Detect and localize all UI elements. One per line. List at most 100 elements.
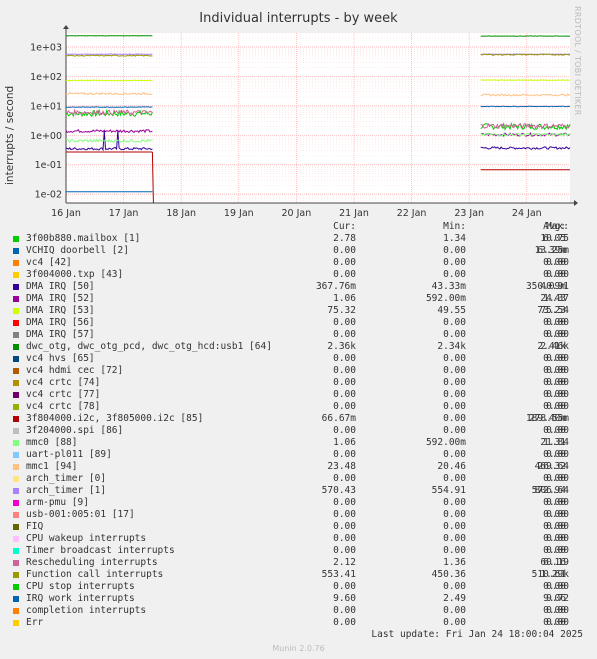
cur-value: 2.12 xyxy=(333,557,356,568)
legend-swatch xyxy=(13,608,19,614)
cur-value: 0.00 xyxy=(333,401,356,412)
legend-row: 3f004000.txp [43] 0.00 0.00 0.00 0.00 xyxy=(0,269,597,281)
legend-swatch xyxy=(13,584,19,590)
y-axis-arrow xyxy=(63,25,69,29)
legend-label: Rescheduling interrupts xyxy=(26,557,158,568)
max-value: 0.00 xyxy=(546,425,569,436)
min-value: 1.36 xyxy=(443,557,466,568)
cur-value: 0.00 xyxy=(333,473,356,484)
y-tick-label: 1e+02 xyxy=(30,72,62,83)
legend-swatch xyxy=(13,272,19,278)
legend-row: DMA IRQ [53] 75.32 49.55 73.23 75.54 xyxy=(0,305,597,317)
legend-swatch xyxy=(13,332,19,338)
x-tick-label: 18 Jan xyxy=(166,208,196,219)
cur-value: 0.00 xyxy=(333,329,356,340)
cur-value: 0.00 xyxy=(333,425,356,436)
legend-row: vc4 crtc [74] 0.00 0.00 0.00 0.00 xyxy=(0,377,597,389)
min-value: 0.00 xyxy=(443,269,466,280)
cur-value: 0.00 xyxy=(333,497,356,508)
x-tick-label: 22 Jan xyxy=(397,208,427,219)
legend-swatch xyxy=(13,320,19,326)
legend-row: CPU stop interrupts 0.00 0.00 0.00 0.00 xyxy=(0,581,597,593)
header-min: Min: xyxy=(443,221,466,232)
cur-value: 0.00 xyxy=(333,353,356,364)
cur-value: 570.43 xyxy=(321,485,356,496)
legend-row: Err 0.00 0.00 0.00 0.00 xyxy=(0,617,597,629)
cur-value: 0.00 xyxy=(333,605,356,616)
legend-row: completion interrupts 0.00 0.00 0.00 0.00 xyxy=(0,605,597,617)
max-value: 806.64 xyxy=(534,485,569,496)
min-value: 2.34k xyxy=(437,341,466,352)
legend-row: mmc0 [88] 1.06 592.00m 1.31 21.84 xyxy=(0,437,597,449)
legend-label: DMA IRQ [50] xyxy=(26,281,95,292)
legend-swatch xyxy=(13,260,19,266)
min-value: 0.00 xyxy=(443,353,466,364)
min-value: 0.00 xyxy=(443,545,466,556)
legend-swatch xyxy=(13,500,19,506)
legend-swatch xyxy=(13,416,19,422)
cur-value: 75.32 xyxy=(327,305,356,316)
x-tick-label: 24 Jan xyxy=(512,208,542,219)
legend-label: vc4 hvs [65] xyxy=(26,353,95,364)
series-line xyxy=(65,53,153,56)
legend-row: vc4 hdmi cec [72] 0.00 0.00 0.00 0.00 xyxy=(0,365,597,377)
legend-swatch xyxy=(13,248,19,254)
x-tick-label: 23 Jan xyxy=(454,208,484,219)
legend-row: FIQ 0.00 0.00 0.00 0.00 xyxy=(0,521,597,533)
max-value: 0.00 xyxy=(546,449,569,460)
legend-swatch xyxy=(13,596,19,602)
cur-value: 0.00 xyxy=(333,617,356,628)
legend-swatch xyxy=(13,620,19,626)
max-value: 0.00 xyxy=(546,581,569,592)
cur-value: 0.00 xyxy=(333,365,356,376)
max-value: 0.00 xyxy=(546,257,569,268)
legend-label: dwc_otg, dwc_otg_pcd, dwc_otg_hcd:usb1 [… xyxy=(26,341,272,352)
legend-swatch xyxy=(13,440,19,446)
min-value: 0.00 xyxy=(443,497,466,508)
legend-swatch xyxy=(13,452,19,458)
max-value: 0.00 xyxy=(546,509,569,520)
min-value: 0.00 xyxy=(443,401,466,412)
min-value: 0.00 xyxy=(443,533,466,544)
legend-swatch xyxy=(13,380,19,386)
legend-swatch xyxy=(13,572,19,578)
legend-label: vc4 [42] xyxy=(26,257,72,268)
series-line xyxy=(480,79,571,81)
max-value: 0.00 xyxy=(546,269,569,280)
max-value: 0.00 xyxy=(546,329,569,340)
legend-swatch xyxy=(13,560,19,566)
max-value: 0.00 xyxy=(546,401,569,412)
cur-value: 0.00 xyxy=(333,317,356,328)
legend-label: Function call interrupts xyxy=(26,569,164,580)
cur-value: 0.00 xyxy=(333,521,356,532)
legend-label: IRQ work interrupts xyxy=(26,593,135,604)
legend-label: CPU stop interrupts xyxy=(26,581,135,592)
legend-label: mmc1 [94] xyxy=(26,461,78,472)
max-value: 0.00 xyxy=(546,317,569,328)
max-value: 75.54 xyxy=(540,305,569,316)
legend-label: DMA IRQ [56] xyxy=(26,317,95,328)
legend-swatch xyxy=(13,488,19,494)
cur-value: 1.06 xyxy=(333,437,356,448)
legend-row: vc4 crtc [77] 0.00 0.00 0.00 0.00 xyxy=(0,389,597,401)
max-value: 0.00 xyxy=(546,353,569,364)
min-value: 0.00 xyxy=(443,425,466,436)
legend-swatch xyxy=(13,464,19,470)
cur-value: 367.76m xyxy=(315,281,356,292)
max-value: 0.00 xyxy=(546,377,569,388)
min-value: 450.36 xyxy=(431,569,466,580)
legend-swatch xyxy=(13,512,19,518)
y-tick-label: 1e+00 xyxy=(30,131,62,142)
legend-row: arm-pmu [9] 0.00 0.00 0.00 0.00 xyxy=(0,497,597,509)
legend-label: VCHIQ doorbell [2] xyxy=(26,245,129,256)
legend-swatch xyxy=(13,392,19,398)
cur-value: 23.48 xyxy=(327,461,356,472)
legend-swatch xyxy=(13,308,19,314)
max-value: 60.19 xyxy=(540,557,569,568)
max-value: 40.91 xyxy=(540,281,569,292)
max-value: 0.00 xyxy=(546,521,569,532)
legend-label: vc4 crtc [77] xyxy=(26,389,101,400)
max-value: 0.00 xyxy=(546,533,569,544)
x-tick-label: 16 Jan xyxy=(51,208,81,219)
max-value: 9.72 xyxy=(546,593,569,604)
